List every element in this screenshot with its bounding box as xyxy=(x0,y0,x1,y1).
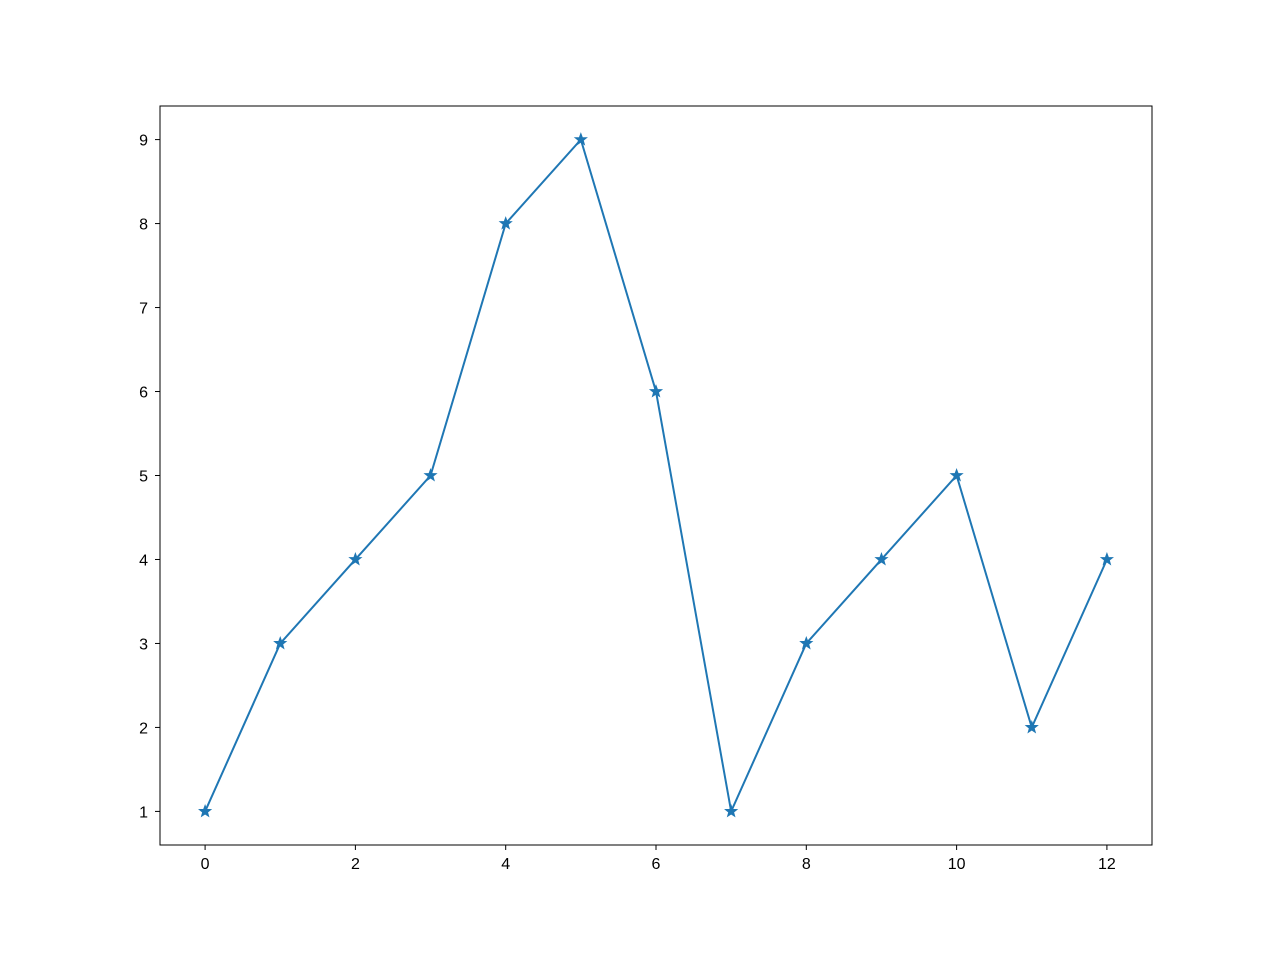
x-tick-label: 6 xyxy=(652,856,661,873)
x-tick-label: 10 xyxy=(948,856,966,873)
y-tick-label: 4 xyxy=(139,552,148,569)
x-tick-label: 2 xyxy=(351,856,360,873)
y-tick-label: 6 xyxy=(139,385,148,402)
star-marker-icon xyxy=(1101,553,1112,564)
star-marker-icon xyxy=(199,805,210,816)
x-tick-label: 4 xyxy=(501,856,510,873)
plot-border xyxy=(160,106,1152,845)
y-tick-label: 7 xyxy=(139,301,148,318)
y-tick-label: 2 xyxy=(139,720,148,737)
y-tick-label: 9 xyxy=(139,133,148,150)
chart-container: 024681012123456789 xyxy=(0,0,1280,960)
y-tick-label: 5 xyxy=(139,469,148,486)
y-tick-label: 1 xyxy=(139,804,148,821)
x-tick-label: 12 xyxy=(1098,856,1116,873)
y-tick-label: 8 xyxy=(139,217,148,234)
x-tick-label: 0 xyxy=(201,856,210,873)
x-tick-label: 8 xyxy=(802,856,811,873)
star-marker-icon xyxy=(725,805,736,816)
line-chart: 024681012123456789 xyxy=(0,0,1280,960)
y-tick-label: 3 xyxy=(139,636,148,653)
star-marker-icon xyxy=(1026,721,1037,732)
data-line xyxy=(205,140,1107,812)
